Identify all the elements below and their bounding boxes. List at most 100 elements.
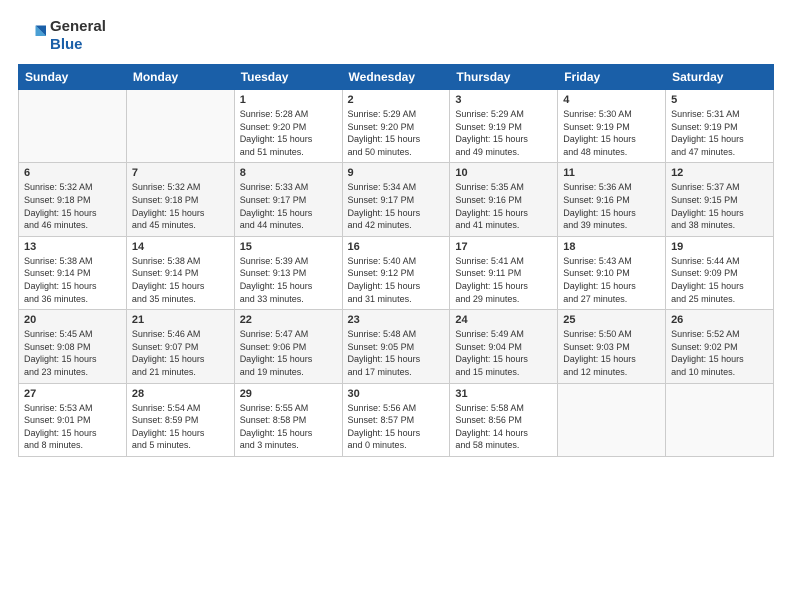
day-info: Sunrise: 5:54 AM Sunset: 8:59 PM Dayligh… <box>132 402 229 452</box>
day-info: Sunrise: 5:30 AM Sunset: 9:19 PM Dayligh… <box>563 108 660 158</box>
calendar-cell: 5 Sunrise: 5:31 AM Sunset: 9:19 PM Daylig… <box>666 90 774 163</box>
day-info: Sunrise: 5:38 AM Sunset: 9:14 PM Dayligh… <box>132 255 229 305</box>
day-number: 2 <box>348 94 445 106</box>
calendar-cell: 10 Sunrise: 5:35 AM Sunset: 9:16 PM Dayli… <box>450 163 558 236</box>
day-number: 28 <box>132 388 229 400</box>
calendar-cell: 19Sunrise: 5:44 AM Sunset: 9:09 PM Dayli… <box>666 236 774 309</box>
day-info: Sunrise: 5:36 AM Sunset: 9:16 PM Dayligh… <box>563 181 660 231</box>
day-info: Sunrise: 5:48 AM Sunset: 9:05 PM Dayligh… <box>348 328 445 378</box>
day-info: Sunrise: 5:47 AM Sunset: 9:06 PM Dayligh… <box>240 328 337 378</box>
day-number: 3 <box>455 94 552 106</box>
calendar-cell: 20 Sunrise: 5:45 AM Sunset: 9:08 PM Dayli… <box>19 310 127 383</box>
logo-text: General Blue <box>50 18 106 54</box>
day-info: Sunrise: 5:32 AM Sunset: 9:18 PM Dayligh… <box>132 181 229 231</box>
day-number: 27 <box>24 388 121 400</box>
day-number: 6 <box>24 167 121 179</box>
weekday-header-tuesday: Tuesday <box>234 65 342 90</box>
day-info: Sunrise: 5:49 AM Sunset: 9:04 PM Dayligh… <box>455 328 552 378</box>
day-number: 16 <box>348 241 445 253</box>
weekday-header-saturday: Saturday <box>666 65 774 90</box>
calendar-cell: 17 Sunrise: 5:41 AM Sunset: 9:11 PM Dayli… <box>450 236 558 309</box>
day-info: Sunrise: 5:39 AM Sunset: 9:13 PM Dayligh… <box>240 255 337 305</box>
day-number: 29 <box>240 388 337 400</box>
day-info: Sunrise: 5:32 AM Sunset: 9:18 PM Dayligh… <box>24 181 121 231</box>
calendar-cell <box>558 383 666 456</box>
day-info: Sunrise: 5:35 AM Sunset: 9:16 PM Dayligh… <box>455 181 552 231</box>
day-number: 10 <box>455 167 552 179</box>
day-info: Sunrise: 5:50 AM Sunset: 9:03 PM Dayligh… <box>563 328 660 378</box>
day-number: 22 <box>240 314 337 326</box>
calendar-cell: 27 Sunrise: 5:53 AM Sunset: 9:01 PM Dayli… <box>19 383 127 456</box>
day-number: 31 <box>455 388 552 400</box>
day-number: 9 <box>348 167 445 179</box>
day-number: 24 <box>455 314 552 326</box>
calendar-cell: 29 Sunrise: 5:55 AM Sunset: 8:58 PM Dayli… <box>234 383 342 456</box>
week-row-5: 27 Sunrise: 5:53 AM Sunset: 9:01 PM Dayli… <box>19 383 774 456</box>
day-info: Sunrise: 5:45 AM Sunset: 9:08 PM Dayligh… <box>24 328 121 378</box>
day-info: Sunrise: 5:46 AM Sunset: 9:07 PM Dayligh… <box>132 328 229 378</box>
day-info: Sunrise: 5:41 AM Sunset: 9:11 PM Dayligh… <box>455 255 552 305</box>
calendar-cell: 7 Sunrise: 5:32 AM Sunset: 9:18 PM Daylig… <box>126 163 234 236</box>
calendar-cell: 4 Sunrise: 5:30 AM Sunset: 9:19 PM Daylig… <box>558 90 666 163</box>
day-info: Sunrise: 5:53 AM Sunset: 9:01 PM Dayligh… <box>24 402 121 452</box>
week-row-3: 13 Sunrise: 5:38 AM Sunset: 9:14 PM Dayli… <box>19 236 774 309</box>
day-info: Sunrise: 5:31 AM Sunset: 9:19 PM Dayligh… <box>671 108 768 158</box>
day-number: 8 <box>240 167 337 179</box>
weekday-header-friday: Friday <box>558 65 666 90</box>
day-number: 7 <box>132 167 229 179</box>
calendar-cell: 6 Sunrise: 5:32 AM Sunset: 9:18 PM Daylig… <box>19 163 127 236</box>
day-number: 25 <box>563 314 660 326</box>
calendar-cell: 13 Sunrise: 5:38 AM Sunset: 9:14 PM Dayli… <box>19 236 127 309</box>
calendar-cell: 28 Sunrise: 5:54 AM Sunset: 8:59 PM Dayli… <box>126 383 234 456</box>
page: General Blue SundayMondayTuesdayWednesda… <box>0 0 792 612</box>
weekday-header-thursday: Thursday <box>450 65 558 90</box>
day-info: Sunrise: 5:55 AM Sunset: 8:58 PM Dayligh… <box>240 402 337 452</box>
calendar-cell: 26Sunrise: 5:52 AM Sunset: 9:02 PM Dayli… <box>666 310 774 383</box>
calendar-cell: 12 Sunrise: 5:37 AM Sunset: 9:15 PM Dayli… <box>666 163 774 236</box>
logo-icon <box>18 22 46 50</box>
calendar: SundayMondayTuesdayWednesdayThursdayFrid… <box>18 64 774 457</box>
day-info: Sunrise: 5:29 AM Sunset: 9:19 PM Dayligh… <box>455 108 552 158</box>
calendar-cell: 18Sunrise: 5:43 AM Sunset: 9:10 PM Dayli… <box>558 236 666 309</box>
day-number: 14 <box>132 241 229 253</box>
calendar-cell: 15Sunrise: 5:39 AM Sunset: 9:13 PM Dayli… <box>234 236 342 309</box>
day-number: 11 <box>563 167 660 179</box>
day-number: 5 <box>671 94 768 106</box>
day-number: 26 <box>671 314 768 326</box>
calendar-cell: 24 Sunrise: 5:49 AM Sunset: 9:04 PM Dayli… <box>450 310 558 383</box>
day-info: Sunrise: 5:33 AM Sunset: 9:17 PM Dayligh… <box>240 181 337 231</box>
calendar-cell: 16 Sunrise: 5:40 AM Sunset: 9:12 PM Dayli… <box>342 236 450 309</box>
day-number: 19 <box>671 241 768 253</box>
day-number: 1 <box>240 94 337 106</box>
calendar-cell: 30Sunrise: 5:56 AM Sunset: 8:57 PM Dayli… <box>342 383 450 456</box>
week-row-1: 1 Sunrise: 5:28 AM Sunset: 9:20 PM Daylig… <box>19 90 774 163</box>
day-number: 4 <box>563 94 660 106</box>
day-info: Sunrise: 5:40 AM Sunset: 9:12 PM Dayligh… <box>348 255 445 305</box>
weekday-header-wednesday: Wednesday <box>342 65 450 90</box>
logo: General Blue <box>18 18 106 54</box>
day-number: 21 <box>132 314 229 326</box>
day-number: 12 <box>671 167 768 179</box>
calendar-cell <box>666 383 774 456</box>
weekday-header-monday: Monday <box>126 65 234 90</box>
week-row-2: 6 Sunrise: 5:32 AM Sunset: 9:18 PM Daylig… <box>19 163 774 236</box>
calendar-cell: 31 Sunrise: 5:58 AM Sunset: 8:56 PM Dayli… <box>450 383 558 456</box>
calendar-cell: 25 Sunrise: 5:50 AM Sunset: 9:03 PM Dayli… <box>558 310 666 383</box>
day-info: Sunrise: 5:34 AM Sunset: 9:17 PM Dayligh… <box>348 181 445 231</box>
day-number: 17 <box>455 241 552 253</box>
day-number: 20 <box>24 314 121 326</box>
calendar-cell <box>126 90 234 163</box>
day-info: Sunrise: 5:58 AM Sunset: 8:56 PM Dayligh… <box>455 402 552 452</box>
weekday-header-row: SundayMondayTuesdayWednesdayThursdayFrid… <box>19 65 774 90</box>
day-number: 13 <box>24 241 121 253</box>
calendar-cell: 21 Sunrise: 5:46 AM Sunset: 9:07 PM Dayli… <box>126 310 234 383</box>
day-info: Sunrise: 5:37 AM Sunset: 9:15 PM Dayligh… <box>671 181 768 231</box>
calendar-cell: 11 Sunrise: 5:36 AM Sunset: 9:16 PM Dayli… <box>558 163 666 236</box>
header: General Blue <box>18 18 774 54</box>
calendar-cell: 8 Sunrise: 5:33 AM Sunset: 9:17 PM Daylig… <box>234 163 342 236</box>
calendar-cell: 2Sunrise: 5:29 AM Sunset: 9:20 PM Daylig… <box>342 90 450 163</box>
day-info: Sunrise: 5:38 AM Sunset: 9:14 PM Dayligh… <box>24 255 121 305</box>
day-info: Sunrise: 5:43 AM Sunset: 9:10 PM Dayligh… <box>563 255 660 305</box>
calendar-cell: 3 Sunrise: 5:29 AM Sunset: 9:19 PM Daylig… <box>450 90 558 163</box>
day-info: Sunrise: 5:28 AM Sunset: 9:20 PM Dayligh… <box>240 108 337 158</box>
